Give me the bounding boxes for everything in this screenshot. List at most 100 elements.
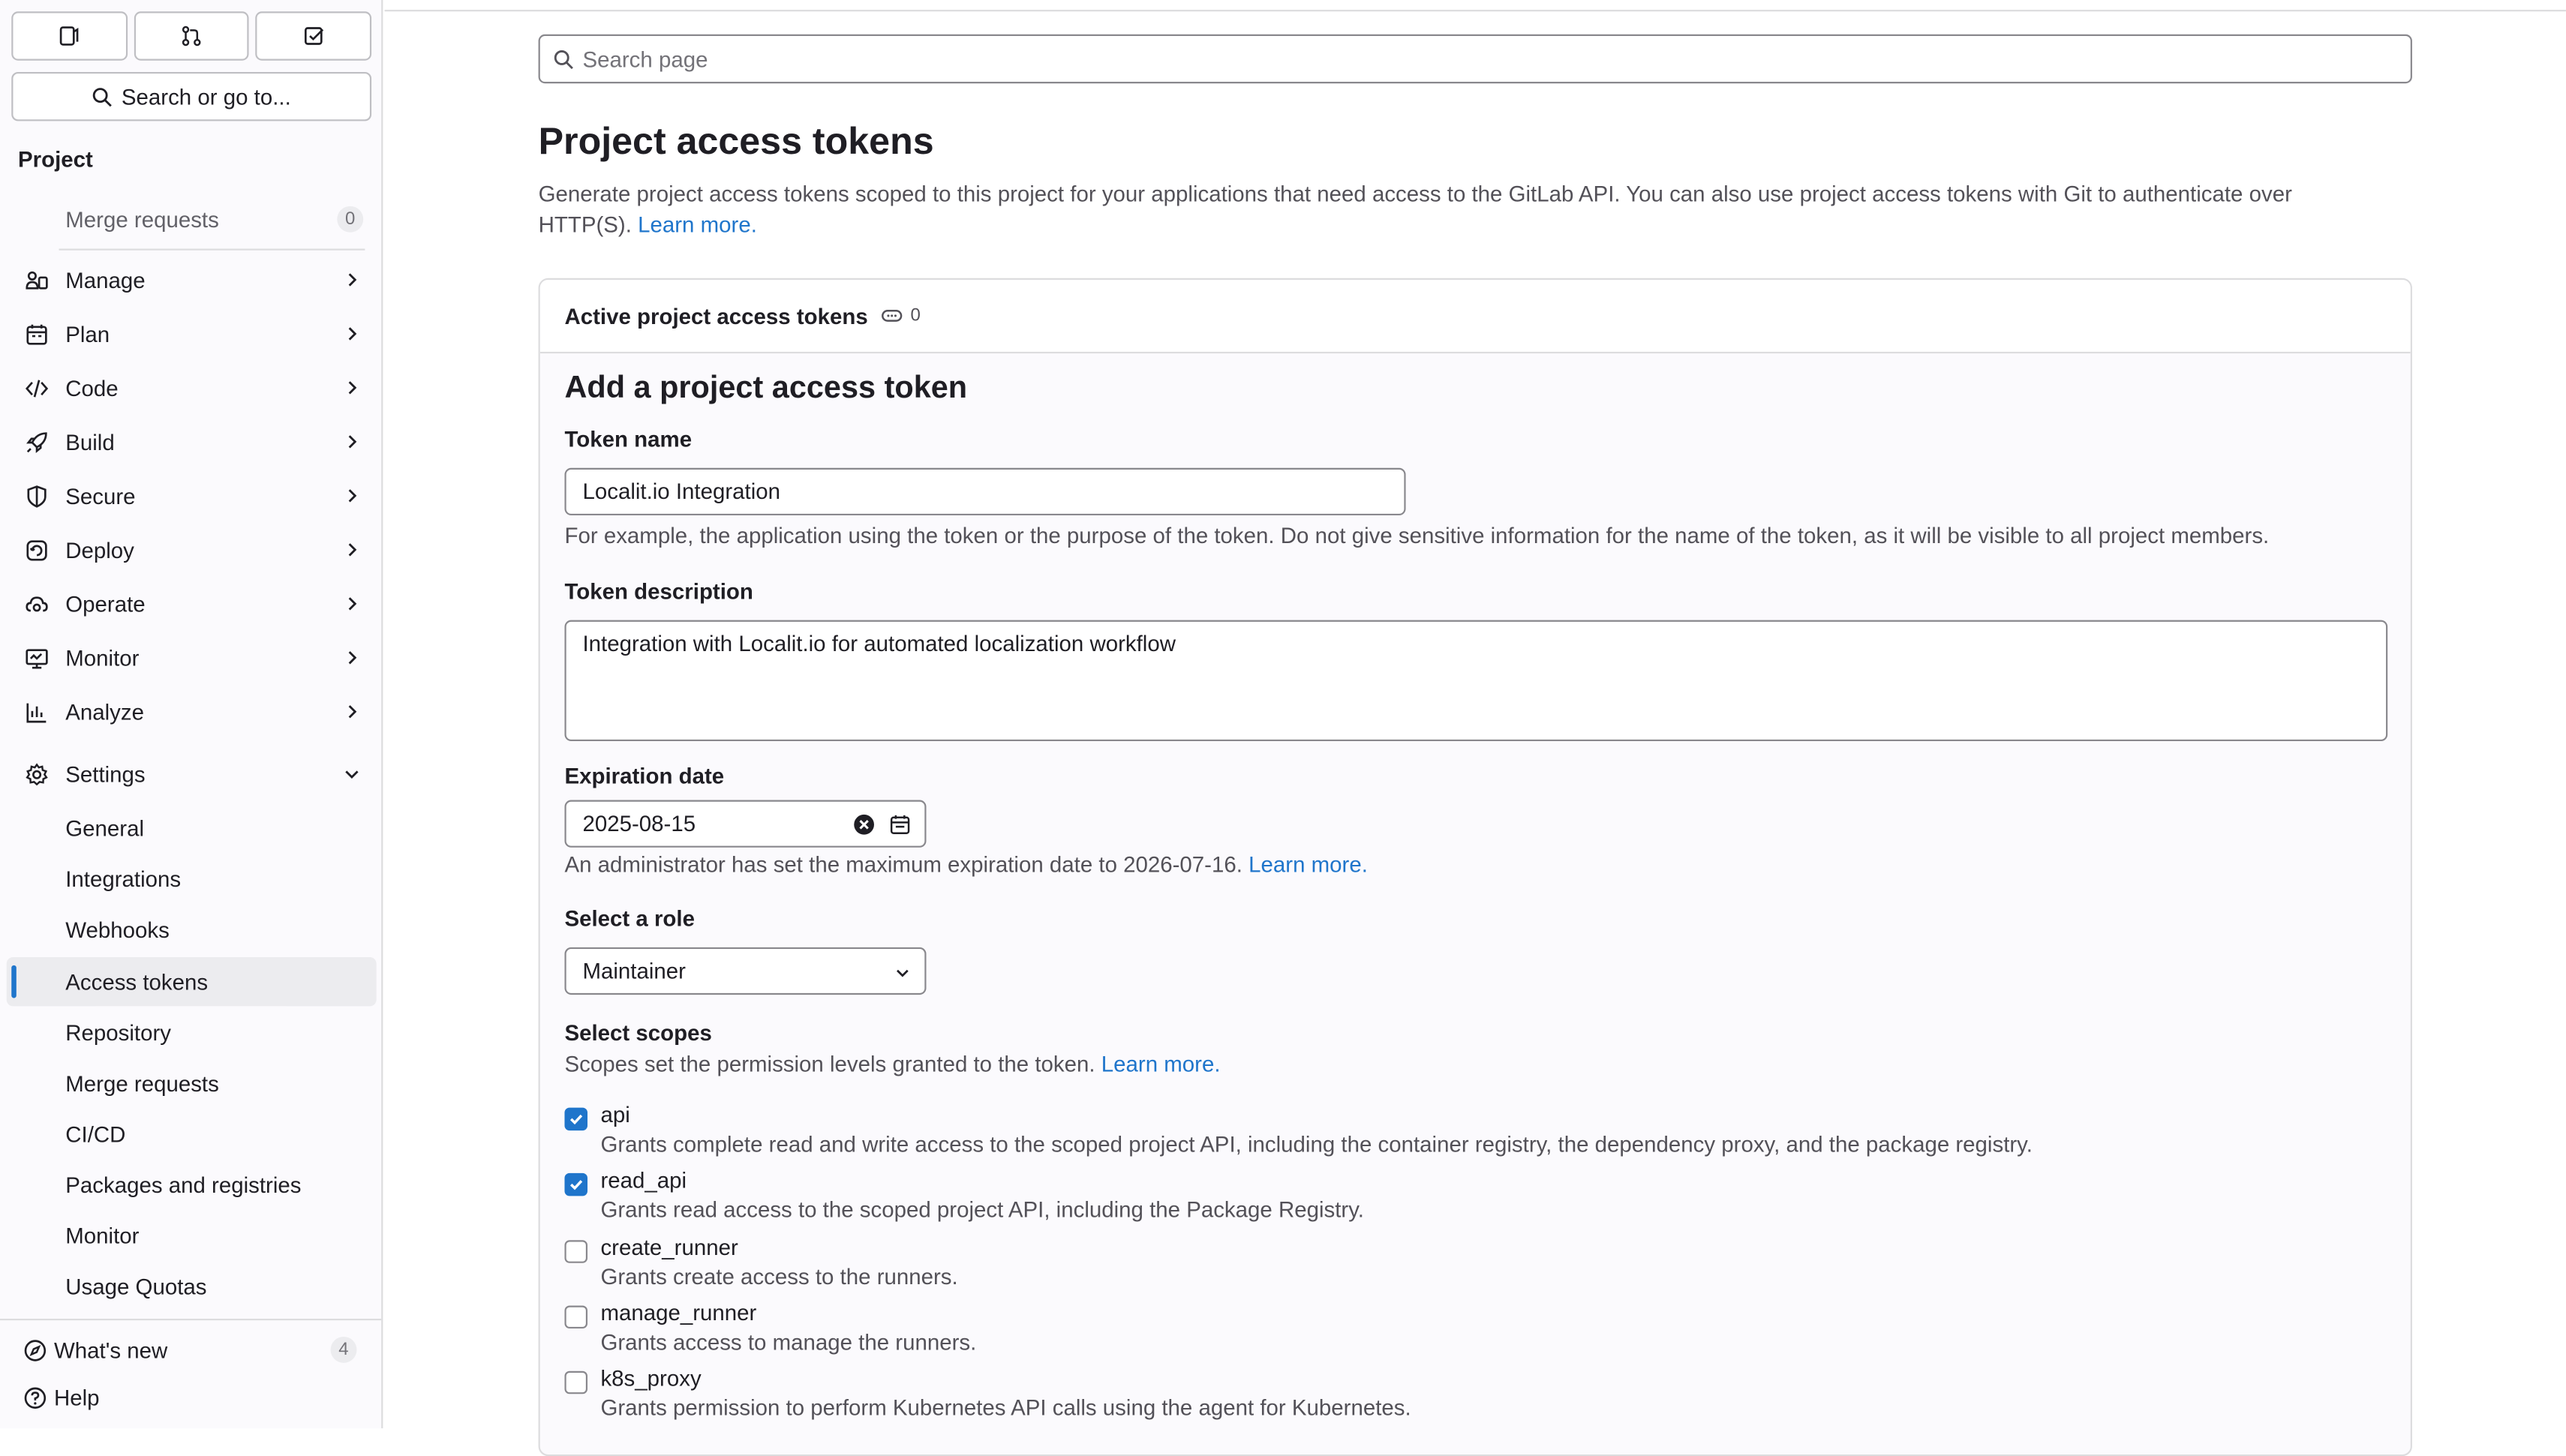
- sidebar-item-integrations[interactable]: Integrations: [7, 854, 377, 903]
- sidebar-item-deploy[interactable]: Deploy: [7, 525, 377, 574]
- divider: [0, 1318, 382, 1321]
- issues-icon: [60, 26, 80, 46]
- count-badge: 4: [330, 1336, 357, 1363]
- expiration-date-input[interactable]: 2025-08-15: [564, 800, 927, 848]
- sidebar-item-label: Manage: [65, 267, 146, 293]
- divider: [59, 248, 365, 251]
- sidebar-item-code[interactable]: Code: [7, 363, 377, 412]
- whats-new-label: What's new: [53, 1337, 168, 1362]
- sidebar-item-usage-quotas[interactable]: Usage Quotas: [7, 1262, 377, 1310]
- token-description-textarea[interactable]: Integration with Localit.io for automate…: [564, 620, 2388, 742]
- scope-checkbox[interactable]: [564, 1370, 588, 1394]
- scope-checkbox[interactable]: [564, 1107, 588, 1131]
- scope-manage-runner: manage_runner Grants access to manage th…: [564, 1301, 2364, 1363]
- chevron-right-icon: [348, 597, 357, 611]
- sidebar-item-manage[interactable]: Manage: [7, 255, 377, 304]
- sidebar-item-label: Integrations: [65, 866, 182, 891]
- sidebar-item-label: CI/CD: [65, 1121, 126, 1146]
- scope-create-runner: create_runner Grants create access to th…: [564, 1235, 2364, 1298]
- chevron-right-icon: [348, 543, 357, 557]
- sidebar-item-label: Repository: [65, 1019, 171, 1045]
- scope-checkbox[interactable]: [564, 1172, 588, 1196]
- sidebar-item-build[interactable]: Build: [7, 417, 377, 466]
- sidebar-item-label: Settings: [65, 761, 146, 787]
- scope-checkbox[interactable]: [564, 1305, 588, 1329]
- help-label: Help: [53, 1385, 100, 1410]
- learn-more-link[interactable]: Learn more.: [638, 213, 757, 238]
- shield-icon: [23, 482, 50, 509]
- chevron-down-icon: [345, 770, 359, 779]
- expiration-date-label: Expiration date: [564, 764, 725, 789]
- chevron-right-icon: [348, 651, 357, 665]
- scope-description: Grants complete read and write access to…: [600, 1132, 2033, 1157]
- clear-icon[interactable]: [852, 813, 876, 836]
- expiration-learn-more-link[interactable]: Learn more.: [1248, 852, 1368, 877]
- page-description: Generate project access tokens scoped to…: [539, 179, 2372, 241]
- sidebar-item-label: Monitor: [65, 1223, 140, 1248]
- sidebar: Search or go to... Project Merge request…: [0, 0, 383, 1429]
- sidebar-item-settings[interactable]: Settings: [7, 749, 377, 798]
- scope-checkbox[interactable]: [564, 1240, 588, 1263]
- sidebar-item-merge-requests-top[interactable]: Merge requests 0: [7, 195, 377, 244]
- sidebar-item-operate[interactable]: Operate: [7, 579, 377, 628]
- check-icon: [569, 1180, 583, 1190]
- merge-requests-button[interactable]: [134, 11, 250, 61]
- chevron-right-icon: [348, 327, 357, 341]
- scope-description: Grants read access to the scoped project…: [600, 1197, 1364, 1223]
- merge-request-icon: [182, 26, 201, 47]
- scope-description: Grants access to manage the runners.: [600, 1330, 977, 1355]
- sidebar-item-monitor-settings[interactable]: Monitor: [7, 1211, 377, 1259]
- sidebar-item-monitor[interactable]: Monitor: [7, 633, 377, 682]
- chevron-right-icon: [348, 273, 357, 287]
- sidebar-item-label: Plan: [65, 321, 110, 347]
- role-value: Maintainer: [582, 959, 686, 983]
- scope-name: api: [600, 1103, 630, 1127]
- sidebar-item-label: General: [65, 815, 145, 840]
- scope-description: Grants permission to perform Kubernetes …: [600, 1395, 1411, 1421]
- sidebar-item-repository[interactable]: Repository: [7, 1008, 377, 1057]
- chevron-right-icon: [348, 381, 357, 395]
- sidebar-item-access-tokens[interactable]: Access tokens: [6, 956, 377, 1007]
- search-icon: [554, 50, 573, 70]
- code-icon: [23, 374, 50, 401]
- sidebar-item-label: Operate: [65, 591, 146, 617]
- sidebar-item-label: Build: [65, 429, 115, 455]
- scope-name: k8s_proxy: [600, 1366, 702, 1391]
- calendar-icon[interactable]: [888, 813, 912, 836]
- search-or-go-label: Search or go to...: [121, 84, 291, 110]
- scope-name: read_api: [600, 1168, 687, 1193]
- role-select[interactable]: Maintainer: [564, 947, 927, 995]
- page-title: Project access tokens: [538, 119, 934, 162]
- sidebar-item-plan[interactable]: Plan: [7, 309, 377, 358]
- whats-new-link[interactable]: What's new 4: [23, 1331, 360, 1367]
- sidebar-item-webhooks[interactable]: Webhooks: [7, 905, 377, 953]
- help-link[interactable]: Help: [23, 1379, 360, 1415]
- scopes-learn-more-link[interactable]: Learn more.: [1101, 1052, 1221, 1076]
- search-or-go-button[interactable]: Search or go to...: [11, 71, 372, 122]
- scope-api: api Grants complete read and write acces…: [564, 1103, 2364, 1165]
- sidebar-item-label: Merge requests: [65, 206, 219, 232]
- token-name-input[interactable]: Localit.io Integration: [564, 467, 1406, 516]
- expiration-date-help: An administrator has set the maximum exp…: [564, 852, 1367, 877]
- chevron-right-icon: [348, 489, 357, 503]
- todo-button[interactable]: [256, 11, 372, 61]
- gear-icon: [23, 761, 50, 787]
- issues-button[interactable]: [11, 11, 128, 61]
- page-search-input[interactable]: Search page: [538, 34, 2412, 84]
- sidebar-item-general[interactable]: General: [7, 803, 377, 852]
- sidebar-heading: Project: [17, 147, 93, 173]
- sidebar-item-analyze[interactable]: Analyze: [7, 687, 377, 736]
- role-label: Select a role: [564, 906, 695, 932]
- page-description-text: Generate project access tokens scoped to…: [538, 182, 2292, 238]
- sidebar-item-label: Webhooks: [65, 917, 170, 942]
- chevron-right-icon: [348, 435, 357, 449]
- check-icon: [569, 1114, 583, 1125]
- card-header: Active project access tokens 0: [539, 279, 2411, 354]
- sidebar-item-merge-requests[interactable]: Merge requests: [7, 1058, 377, 1107]
- sidebar-item-packages-and-registries[interactable]: Packages and registries: [7, 1160, 377, 1208]
- token-description-label: Token description: [564, 579, 753, 604]
- sidebar-item-ci-cd[interactable]: CI/CD: [7, 1109, 377, 1158]
- search-icon: [93, 87, 113, 107]
- sidebar-item-secure[interactable]: Secure: [7, 471, 377, 520]
- expiration-help-text: An administrator has set the maximum exp…: [564, 852, 1242, 878]
